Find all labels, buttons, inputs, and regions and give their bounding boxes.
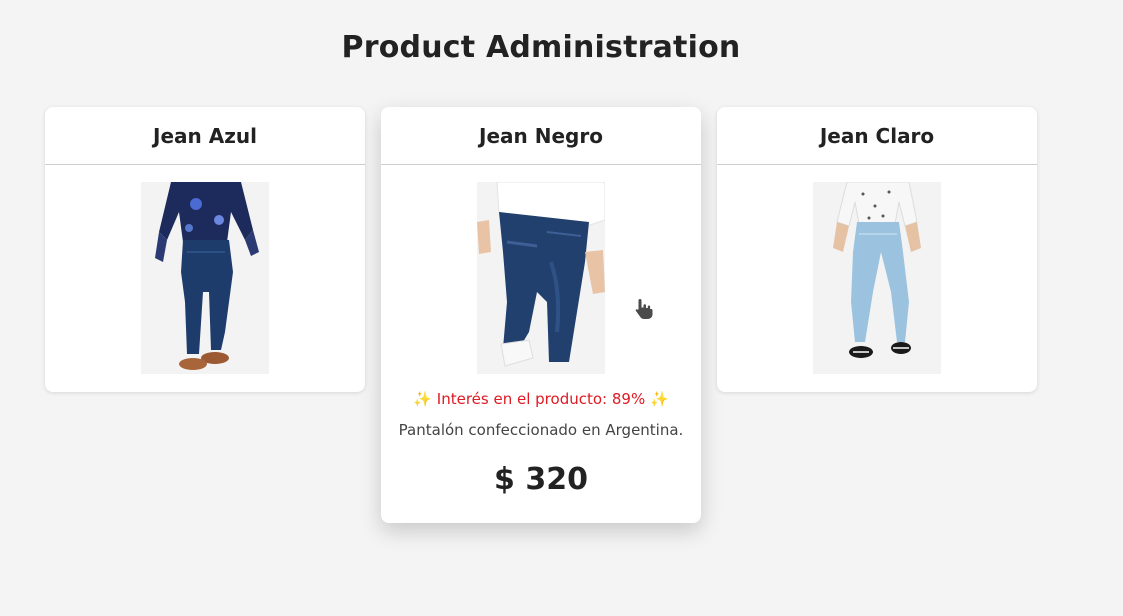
product-image — [141, 182, 269, 374]
product-name: Jean Claro — [717, 107, 1037, 165]
product-card-jean-claro[interactable]: Jean Claro — [717, 107, 1037, 392]
product-image — [813, 182, 941, 374]
hand-pointer-icon — [634, 297, 654, 320]
product-image — [477, 182, 605, 374]
product-card-jean-azul[interactable]: Jean Azul — [45, 107, 365, 392]
page-title: Product Administration — [341, 30, 741, 65]
product-price: $ 320 — [494, 462, 588, 497]
product-name: Jean Negro — [381, 107, 701, 165]
product-name: Jean Azul — [45, 107, 365, 165]
product-description: Pantalón confeccionado en Argentina. — [398, 421, 684, 439]
product-interest: ✨ Interés en el producto: 89% ✨ — [413, 390, 669, 408]
